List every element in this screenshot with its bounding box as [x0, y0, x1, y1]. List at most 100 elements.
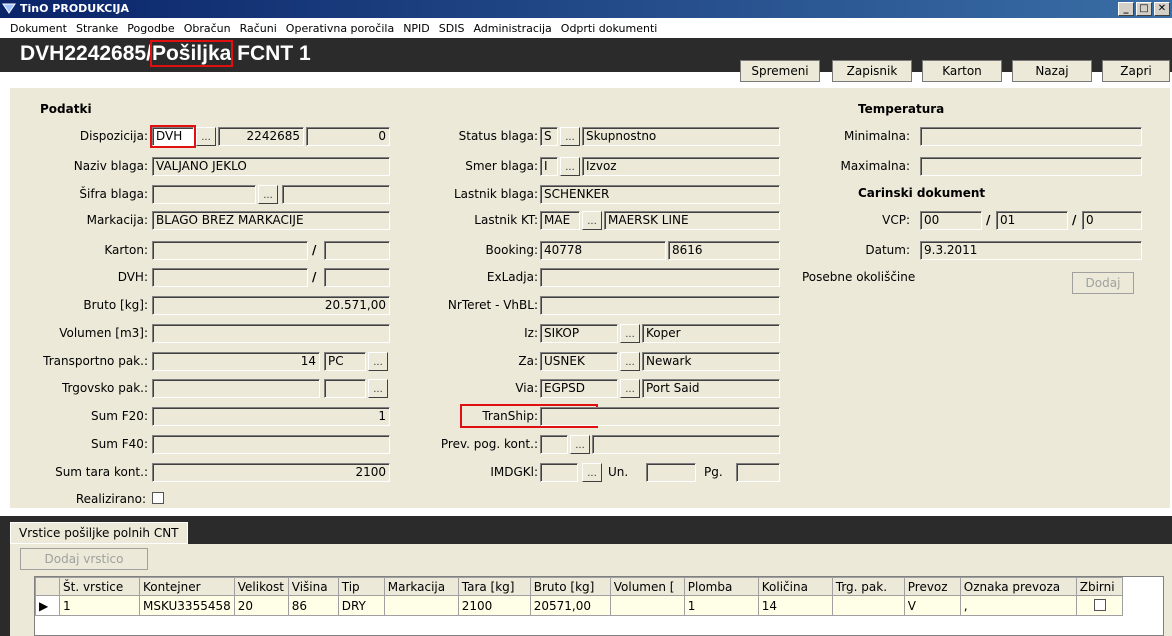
cell-trg-pak[interactable] — [831, 595, 905, 616]
volumen-field[interactable] — [152, 324, 390, 343]
vcp-field-3[interactable]: 0 — [1082, 211, 1142, 230]
karton-field-1[interactable] — [152, 241, 308, 260]
booking-field-1[interactable]: 40778 — [540, 241, 666, 260]
dvh-field-2[interactable] — [324, 268, 390, 287]
naziv-blaga-field[interactable]: VALJANO JEKLO — [152, 157, 390, 176]
col-tara[interactable]: Tara [kg] — [457, 577, 531, 596]
dispozicija-zero[interactable]: 0 — [306, 127, 390, 146]
un-field[interactable] — [646, 463, 696, 482]
col-kontejner[interactable]: Kontejner — [139, 577, 235, 596]
maximalna-field[interactable] — [920, 157, 1142, 176]
status-blaga-field[interactable]: Skupnostno — [582, 127, 780, 146]
col-kolicina[interactable]: Količina — [757, 577, 833, 596]
dvh-field-1[interactable] — [152, 268, 308, 287]
smer-blaga-field[interactable]: Izvoz — [582, 157, 780, 176]
vcp-field-2[interactable]: 01 — [996, 211, 1068, 230]
via-field[interactable]: Port Said — [642, 379, 780, 398]
exladja-field[interactable] — [540, 268, 780, 287]
imdgkl-field[interactable] — [540, 463, 578, 482]
vcp-field-1[interactable]: 00 — [920, 211, 982, 230]
cell-prevoz[interactable]: V — [903, 595, 961, 616]
nrteret-field[interactable] — [540, 296, 780, 315]
bruto-field[interactable]: 20.571,00 — [152, 296, 390, 315]
col-oznaka-prevoza[interactable]: Oznaka prevoza — [959, 577, 1077, 596]
cell-kolicina[interactable]: 14 — [757, 595, 833, 616]
sum-tara-field[interactable]: 2100 — [152, 463, 390, 482]
tranship-field[interactable] — [540, 407, 780, 426]
sifra-blaga-lookup-button[interactable]: ... — [258, 185, 278, 204]
minimalna-field[interactable] — [920, 127, 1142, 146]
dodaj-vrstico-button[interactable]: Dodaj vrstico — [20, 548, 148, 570]
cell-volumen[interactable] — [609, 595, 685, 616]
datum-field[interactable]: 9.3.2011 — [920, 241, 1142, 260]
cell-kontejner[interactable]: MSKU3355458 — [139, 595, 235, 616]
lastnik-kt-field[interactable]: MAERSK LINE — [604, 211, 780, 230]
lastnik-blaga-field[interactable]: SCHENKER — [540, 185, 780, 204]
col-zbirni[interactable]: Zbirni — [1075, 577, 1123, 596]
booking-field-2[interactable]: 8616 — [668, 241, 780, 260]
col-velikost[interactable]: Velikost — [233, 577, 289, 596]
za-lookup-button[interactable]: ... — [620, 352, 640, 371]
prev-pog-kont-lookup-button[interactable]: ... — [570, 435, 590, 454]
prev-pog-kont-label: Prev. pog. kont.: — [440, 437, 538, 451]
sum-f20-field[interactable]: 1 — [152, 407, 390, 426]
dvh-separator: / — [312, 270, 317, 284]
prev-pog-kont-code[interactable] — [540, 435, 568, 454]
zbirni-checkbox[interactable] — [1093, 599, 1106, 611]
cell-zbirni[interactable] — [1075, 595, 1123, 616]
smer-blaga-code[interactable]: I — [540, 157, 558, 176]
iz-field[interactable]: Koper — [642, 324, 780, 343]
dispozicija-code[interactable]: DVH — [150, 125, 196, 148]
cell-tip[interactable]: DRY — [337, 595, 385, 616]
col-plomba[interactable]: Plomba — [683, 577, 759, 596]
transportno-pak-unit[interactable]: PC — [324, 352, 366, 371]
sifra-blaga-name-field[interactable] — [282, 185, 390, 204]
cell-markacija[interactable] — [383, 595, 459, 616]
table-row[interactable]: ▶ 1 MSKU3355458 20 86 DRY 2100 20571,00 … — [35, 595, 1123, 616]
cell-visina[interactable]: 86 — [287, 595, 339, 616]
trgovsko-pak-field[interactable] — [152, 379, 320, 398]
cell-bruto[interactable]: 20571,00 — [529, 595, 611, 616]
sifra-blaga-field[interactable] — [152, 185, 256, 204]
transportno-pak-lookup-button[interactable]: ... — [368, 352, 388, 371]
trgovsko-pak-unit[interactable] — [324, 379, 366, 398]
dodaj-okoliscine-button[interactable]: Dodaj — [1072, 272, 1134, 294]
col-st-vrstice[interactable]: Št. vrstice — [59, 577, 140, 596]
cell-velikost[interactable]: 20 — [233, 595, 289, 616]
realizirano-checkbox[interactable] — [152, 492, 164, 504]
col-volumen[interactable]: Volumen [ — [609, 577, 685, 596]
transportno-pak-field[interactable]: 14 — [152, 352, 320, 371]
za-field[interactable]: Newark — [642, 352, 780, 371]
via-code[interactable]: EGPSD — [540, 379, 618, 398]
col-trg-pak[interactable]: Trg. pak. — [831, 577, 905, 596]
cell-tara[interactable]: 2100 — [457, 595, 531, 616]
via-lookup-button[interactable]: ... — [620, 379, 640, 398]
prev-pog-kont-field[interactable] — [592, 435, 780, 454]
lastnik-kt-code[interactable]: MAE — [540, 211, 580, 230]
dispozicija-lookup-button[interactable]: ... — [196, 127, 216, 146]
iz-lookup-button[interactable]: ... — [620, 324, 640, 343]
col-tip[interactable]: Tip — [337, 577, 385, 596]
markacija-field[interactable]: BLAGO BREZ MARKACIJE — [152, 211, 390, 230]
cell-oznaka-prevoza[interactable]: , — [959, 595, 1077, 616]
cell-st-vrstice[interactable]: 1 — [59, 595, 140, 616]
za-code[interactable]: USNEK — [540, 352, 618, 371]
sum-f40-field[interactable] — [152, 435, 390, 454]
imdgkl-lookup-button[interactable]: ... — [582, 463, 602, 482]
tab-vrstice-posiljke[interactable]: Vrstice pošiljke polnih CNT — [10, 522, 188, 544]
lastnik-kt-lookup-button[interactable]: ... — [582, 211, 602, 230]
karton-field-2[interactable] — [324, 241, 390, 260]
col-markacija[interactable]: Markacija — [383, 577, 459, 596]
col-prevoz[interactable]: Prevoz — [903, 577, 961, 596]
col-bruto[interactable]: Bruto [kg] — [529, 577, 611, 596]
col-visina[interactable]: Višina — [287, 577, 339, 596]
pg-field[interactable] — [736, 463, 780, 482]
trgovsko-pak-lookup-button[interactable]: ... — [368, 379, 388, 398]
status-blaga-code[interactable]: S — [540, 127, 558, 146]
smer-blaga-lookup-button[interactable]: ... — [560, 157, 580, 176]
status-blaga-lookup-button[interactable]: ... — [560, 127, 580, 146]
dispozicija-number[interactable]: 2242685 — [218, 127, 304, 146]
iz-code[interactable]: SIKOP — [540, 324, 618, 343]
dvh-label: DVH: — [117, 270, 148, 284]
cell-plomba[interactable]: 1 — [683, 595, 759, 616]
